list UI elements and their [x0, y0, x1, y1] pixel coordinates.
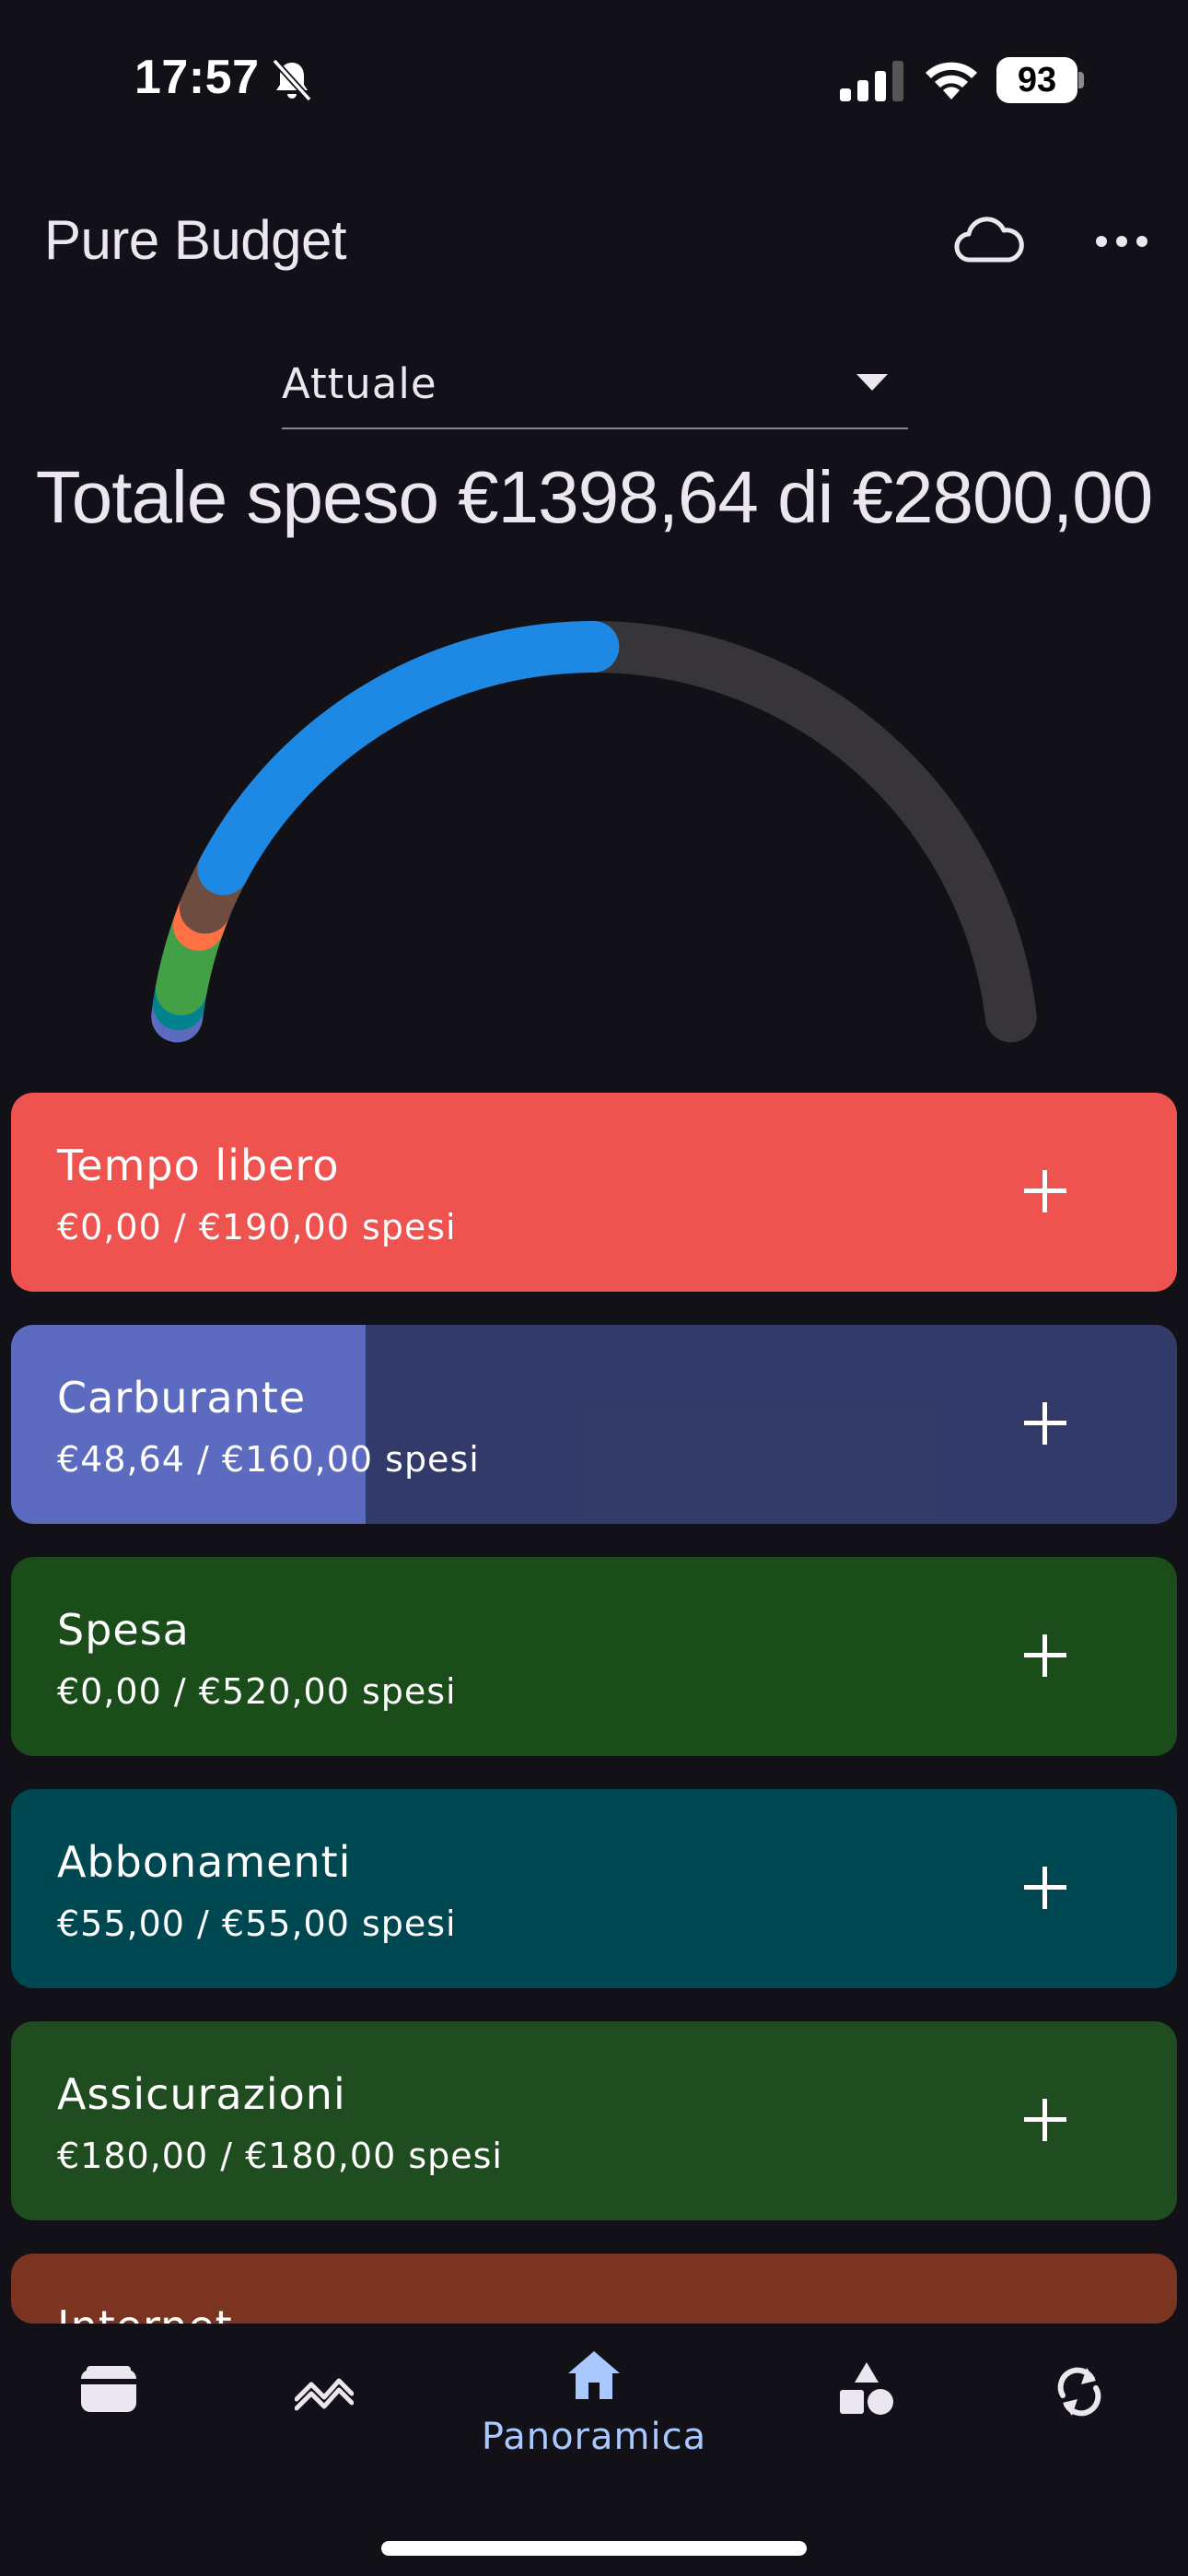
category-amount: €0,00 / €190,00 spesi [57, 1207, 457, 1247]
category-amount: €0,00 / €520,00 spesi [57, 1671, 457, 1712]
signal-icon [840, 61, 903, 101]
category-card[interactable]: Internet [11, 2254, 1177, 2324]
nav-stats[interactable] [269, 2324, 379, 2489]
category-amount: €48,64 / €160,00 spesi [57, 1439, 480, 1480]
category-card[interactable]: Assicurazioni €180,00 / €180,00 spesi [11, 2021, 1177, 2220]
add-expense-icon[interactable] [1022, 1865, 1068, 1911]
category-name: Abbonamenti [57, 1837, 352, 1887]
sync-icon [1057, 2367, 1101, 2417]
add-expense-icon[interactable] [1022, 1400, 1068, 1446]
category-card[interactable]: Abbonamenti €55,00 / €55,00 spesi [11, 1789, 1177, 1988]
category-name: Spesa [57, 1605, 190, 1655]
status-bar: 17:57 93 [0, 0, 1188, 157]
category-amount: €180,00 / €180,00 spesi [57, 2136, 503, 2176]
total-spent-text: Totale speso €1398,64 di €2800,00 [35, 456, 1153, 538]
category-name: Internet [57, 2301, 233, 2324]
wifi-icon [926, 62, 977, 100]
caret-down-icon [856, 374, 888, 391]
nav-categories[interactable] [810, 2324, 921, 2489]
trend-icon [295, 2378, 354, 2411]
shapes-icon [840, 2362, 893, 2415]
category-name: Tempo libero [57, 1141, 340, 1190]
nav-overview-label: Panoramica [481, 2416, 707, 2458]
period-dropdown[interactable]: Attuale [282, 346, 908, 429]
app-title: Pure Budget [44, 209, 347, 271]
status-time: 17:57 [134, 51, 260, 104]
budget-gauge [151, 621, 1037, 1043]
nav-overview[interactable]: Panoramica [465, 2324, 723, 2489]
category-name: Carburante [57, 1373, 307, 1423]
more-icon[interactable] [1094, 230, 1149, 252]
category-name: Assicurazioni [57, 2069, 346, 2119]
battery-tip [1078, 72, 1084, 88]
screen: 17:57 93 Pure Budget Attuale Totale spes… [0, 0, 1188, 2576]
bell-off-icon [272, 58, 312, 102]
battery-indicator: 93 [996, 57, 1084, 103]
add-expense-icon[interactable] [1022, 1168, 1068, 1214]
category-card[interactable]: Spesa €0,00 / €520,00 spesi [11, 1557, 1177, 1756]
period-selected: Attuale [282, 359, 437, 408]
gauge-segment [197, 621, 620, 896]
category-amount: €55,00 / €55,00 spesi [57, 1903, 457, 1944]
battery-level: 93 [1017, 61, 1057, 100]
nav-wallet[interactable] [53, 2324, 164, 2489]
add-expense-icon[interactable] [1022, 2097, 1068, 2143]
home-indicator [381, 2541, 807, 2556]
category-card[interactable]: Carburante €48,64 / €160,00 spesi [11, 1325, 1177, 1524]
home-icon [568, 2351, 620, 2399]
nav-recurring[interactable] [1024, 2324, 1135, 2489]
add-expense-icon[interactable] [1022, 1633, 1068, 1679]
category-card[interactable]: Tempo libero €0,00 / €190,00 spesi [11, 1093, 1177, 1292]
cloud-icon[interactable] [952, 214, 1026, 269]
wallet-icon [81, 2366, 136, 2412]
bottom-navigation: Panoramica [0, 2324, 1188, 2576]
gauge-track [151, 621, 1037, 1043]
